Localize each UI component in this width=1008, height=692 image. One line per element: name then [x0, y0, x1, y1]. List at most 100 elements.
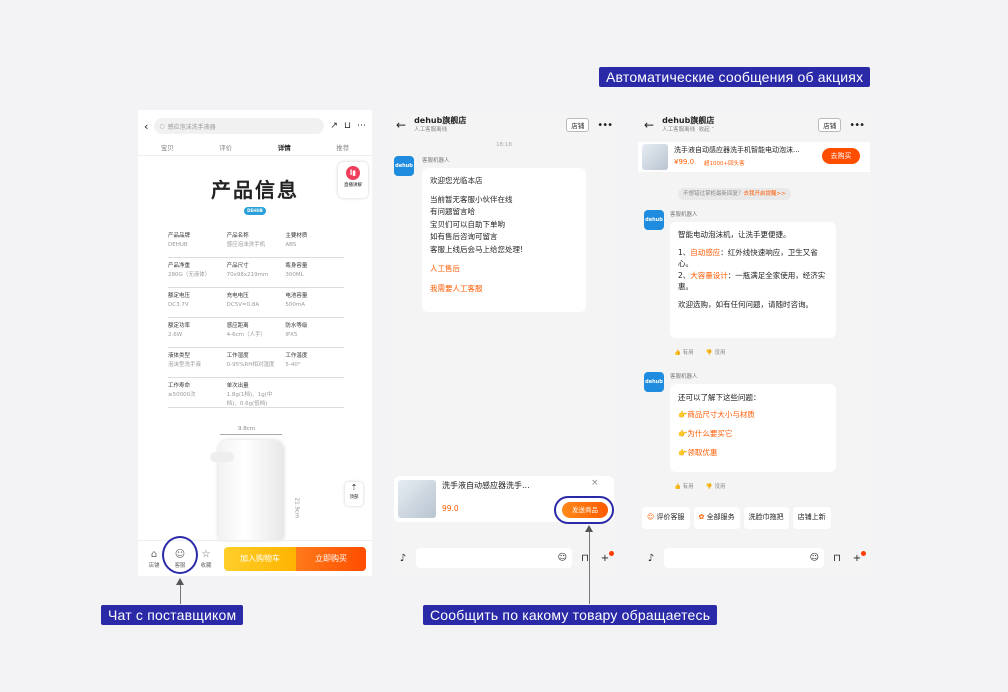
buy-now-button[interactable]: 立即购买 [296, 547, 366, 571]
highlight-ring-send [554, 496, 614, 524]
spec-value: 0-95%RH相对湿度 [226, 362, 275, 368]
add-to-cart-button[interactable]: 加入购物车 [224, 547, 296, 571]
spec-cell: 防水等级 IPX5 [285, 322, 344, 347]
shop-button[interactable]: 店铺 [566, 118, 590, 132]
spec-key: 工作寿命 [168, 383, 191, 389]
faq-item[interactable]: 👉为什么要买它 [678, 427, 828, 440]
spec-key: 产品品牌 [168, 233, 191, 239]
bot-avatar: dehub [394, 156, 414, 176]
spec-key: 液体类型 [168, 353, 191, 359]
dimension-height-label: 21.9cm [293, 497, 300, 519]
dimension-width-label: 9.8cm [238, 426, 256, 432]
spec-key: 额定电压 [168, 293, 191, 299]
live-button[interactable]: l▮ 直播讲解 [338, 162, 368, 198]
spec-value: 500mA [285, 302, 305, 308]
spec-cell: 工作湿度 0-95%RH相对湿度 [227, 352, 286, 377]
more-icon[interactable]: ••• [849, 120, 865, 131]
human-agent-link[interactable]: 我需要人工客服 [430, 283, 578, 296]
spec-row: 产品品牌 DEHUB 产品名称 感应泡沫洗手机 主要材质 ABS [168, 228, 344, 258]
spec-row: 额定功率 2.6W 感应距离 4-6cm（人手） 防水等级 IPX5 [168, 318, 344, 348]
tab-details[interactable]: 详情 [278, 142, 291, 155]
thumbs-down-button[interactable]: 👎 没用 [706, 350, 726, 356]
collapse-toggle[interactable]: 收起 [699, 127, 710, 133]
feedback-row: 👍 有用 👎 没用 [674, 482, 726, 490]
promo-price: ¥99.0 [674, 158, 695, 166]
spec-cell: 产品品牌 DEHUB [168, 232, 227, 257]
live-icon: l▮ [346, 166, 360, 180]
promo-card[interactable]: 洗手液自动感应器洗手机智能电动泡沫... ¥99.0 超1000+回头客 去购买 [638, 142, 870, 172]
all-services-button[interactable]: ✿ 全部服务 [693, 507, 740, 529]
emoji-icon[interactable]: ☺ [558, 553, 567, 563]
spec-value: 2.6W [168, 332, 183, 338]
spec-key: 主要材质 [285, 233, 308, 239]
spec-value: ABS [285, 242, 297, 248]
back-icon[interactable]: ‹ [144, 120, 148, 133]
brand-badge: DEHUB [244, 207, 266, 215]
enable-reminder-link[interactable]: 去我开启提醒>> [744, 191, 786, 197]
spec-cell: 主要材质 ABS [285, 232, 344, 257]
thumbs-up-button[interactable]: 👍 有用 [674, 350, 694, 356]
spec-value: 1.8g(1档)、1g(中档)、0.6g(低档) [226, 392, 273, 407]
voice-icon[interactable]: ♪ [396, 553, 410, 564]
search-input[interactable]: ○ 感应泡沫洗手液器 [154, 118, 325, 134]
tab-item[interactable]: 宝贝 [161, 142, 174, 155]
plus-icon[interactable]: + [598, 550, 614, 564]
emoji-icon[interactable]: ☺ [810, 553, 819, 563]
message-input[interactable]: ☺ [416, 548, 572, 568]
spec-cell: 工作温度 5-40° [285, 352, 344, 377]
back-icon[interactable]: ← [396, 118, 406, 132]
spec-key: 产品净重 [168, 263, 191, 269]
spec-value: 300ML [285, 272, 304, 278]
back-to-top-button[interactable]: ⇡ 顶部 [345, 482, 363, 506]
search-icon: ○ [159, 122, 165, 130]
spec-table: 产品品牌 DEHUB 产品名称 感应泡沫洗手机 主要材质 ABS 产品净重 280G（无液体）… [168, 228, 344, 408]
voice-icon[interactable]: ♪ [644, 553, 658, 564]
more-icon[interactable]: ⋯ [357, 121, 366, 131]
spec-value: DC3.7V [168, 302, 189, 308]
spec-value: 5-40° [285, 362, 301, 368]
product-price: 99.0 [442, 504, 459, 513]
spec-cell: 充电电压 DC5V=0.8A [227, 292, 286, 317]
rate-service-button[interactable]: ☺ 评价客服 [642, 507, 690, 529]
spec-cell: 额定电压 DC3.7V [168, 292, 227, 317]
quick-topic-button[interactable]: 洗脸巾拖把 [743, 507, 789, 529]
tab-recommend[interactable]: 推荐 [336, 142, 349, 155]
notice-bar: 不想错过掌柜最新回复？去我开启提醒>> [678, 188, 791, 200]
shop-button[interactable]: 店铺 [818, 118, 842, 132]
tab-reviews[interactable]: 评价 [219, 142, 232, 155]
spec-cell: 产品净重 280G（无液体） [168, 262, 227, 287]
spec-value: DEHUB [168, 242, 188, 248]
new-arrivals-button[interactable]: 店铺上新 [792, 507, 831, 529]
message-input[interactable]: ☺ [664, 548, 824, 568]
product-tabs: 宝贝 评价 详情 推荐 [138, 142, 372, 156]
spec-cell: 瓶身容量 300ML [285, 262, 344, 287]
after-sales-link[interactable]: 人工售后 [430, 263, 578, 276]
faq-item[interactable]: 👉商品尺寸大小与材质 [678, 408, 828, 421]
cart-icon[interactable]: ⊔ [344, 121, 351, 131]
plus-icon[interactable]: + [850, 550, 866, 564]
spec-row: 液体类型 泡沫型洗手液 工作湿度 0-95%RH相对湿度 工作温度 5-40° [168, 348, 344, 378]
chat-input-bar: ♪ ☺ ⊓ + [390, 540, 618, 576]
back-icon[interactable]: ← [644, 118, 654, 132]
faq-item[interactable]: 👉领取优惠 [678, 446, 828, 459]
arrow-head [585, 525, 593, 532]
service-status: 人工客服离线 收起 ˄ [662, 127, 715, 133]
spec-key: 电池容量 [285, 293, 308, 299]
spec-value: 280G（无液体） [168, 272, 211, 278]
bag-icon[interactable]: ⊓ [830, 553, 844, 564]
dimension-line [220, 434, 282, 435]
spec-value: 4-6cm（人手） [226, 332, 267, 338]
spec-cell: 液体类型 泡沫型洗手液 [168, 352, 227, 377]
product-ref-label: Сообщить по какому товару обращаетесь [423, 605, 718, 625]
close-icon[interactable]: × [591, 478, 599, 488]
thumbs-up-button[interactable]: 👍 有用 [674, 484, 694, 490]
spec-key: 额定功率 [168, 323, 191, 329]
feedback-row: 👍 有用 👎 没用 [674, 348, 726, 356]
promo-sold: 超1000+回头客 [704, 161, 745, 167]
buy-button[interactable]: 去购买 [822, 148, 860, 164]
thumbs-down-button[interactable]: 👎 没用 [706, 484, 726, 490]
product-thumbnail [642, 144, 668, 170]
share-icon[interactable]: ↗ [330, 121, 338, 131]
quick-actions: ☺ 评价客服 ✿ 全部服务 洗脸巾拖把 店铺上新 [638, 507, 870, 529]
more-icon[interactable]: ••• [597, 120, 613, 131]
